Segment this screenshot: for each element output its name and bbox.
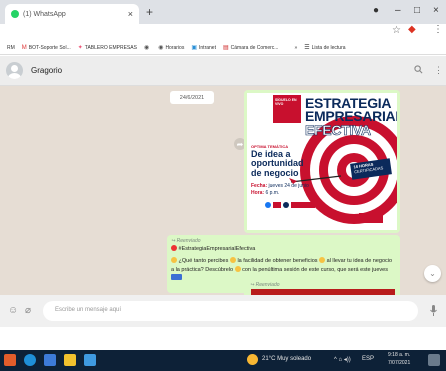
wink-emoji-icon bbox=[234, 265, 241, 272]
windows-taskbar: 21°C Muy soleado ^ ⌂ ◂)) ESP 9:18 a. m. … bbox=[0, 350, 446, 371]
live-icon bbox=[273, 202, 281, 208]
message-input[interactable]: Escribe un mensaje aquí bbox=[43, 301, 418, 321]
bookmark-reading-list[interactable]: ☰ Lista de lectura bbox=[304, 44, 345, 52]
social-icons bbox=[265, 202, 315, 208]
sun-icon bbox=[247, 354, 258, 365]
browser-tab-strip: (1) WhatsApp × + ● – □ × bbox=[0, 0, 446, 24]
tab-title: (1) WhatsApp bbox=[23, 10, 66, 18]
live-badge: SÍGUELO EN VIVO bbox=[273, 95, 301, 123]
bookmark-star-icon[interactable]: ☆ bbox=[392, 25, 401, 36]
tab-close-icon[interactable]: × bbox=[128, 9, 133, 19]
image-message[interactable]: SÍGUELO EN VIVO ESTRATEGIA EMPRESARIAL E… bbox=[244, 90, 400, 233]
bookmark-chrome[interactable]: ◉ bbox=[144, 44, 151, 51]
dart-emoji-icon bbox=[171, 244, 177, 251]
hashtag-line: #EstrategiaEmpresarialEfectiva bbox=[171, 244, 396, 253]
file-explorer-icon[interactable] bbox=[64, 354, 76, 366]
reading-list-icon: ☰ bbox=[304, 45, 310, 51]
maximize-button[interactable]: □ bbox=[414, 5, 420, 16]
tab-whatsapp[interactable]: (1) WhatsApp × bbox=[5, 4, 139, 24]
gmail-icon: M bbox=[21, 44, 27, 51]
poster-time: Hora: 6 p.m. bbox=[251, 190, 280, 196]
contact-name[interactable]: Gragorio bbox=[31, 66, 62, 75]
clock[interactable]: 9:18 a. m. 7/07/2021 bbox=[388, 352, 410, 367]
extension-icon[interactable]: ◆ bbox=[408, 24, 416, 35]
close-window-button[interactable]: × bbox=[433, 5, 439, 16]
bookmark-camara[interactable]: ▤ Cámara de Comerc... bbox=[222, 44, 278, 52]
chamber-logo bbox=[359, 213, 383, 223]
web-icon bbox=[283, 202, 289, 208]
new-tab-button[interactable]: + bbox=[146, 5, 153, 19]
store-icon[interactable] bbox=[84, 354, 96, 366]
avatar[interactable] bbox=[6, 62, 23, 79]
chrome-icon: ◉ bbox=[143, 45, 150, 51]
bookmark-bot-soporte[interactable]: M BOT-Soporte Sol... bbox=[22, 45, 71, 51]
bookmark-horarios[interactable]: ◉ Horarios bbox=[158, 44, 184, 52]
chat-menu-icon[interactable]: ⋮ bbox=[434, 65, 443, 76]
scroll-down-button[interactable]: ⌄ bbox=[424, 265, 441, 282]
grin-emoji-icon bbox=[229, 257, 236, 264]
edge-icon[interactable] bbox=[24, 354, 36, 366]
date-chip: 24/6/2021 bbox=[170, 91, 214, 104]
bookmark-rm[interactable]: RM bbox=[7, 45, 15, 51]
search-icon[interactable] bbox=[414, 65, 423, 74]
compose-bar: ☺ ⌀ Escribe un mensaje aquí bbox=[0, 295, 446, 327]
bookmark-intranet[interactable]: ▣ Intranet bbox=[191, 44, 216, 52]
board-icon: ✦ bbox=[77, 45, 83, 51]
url-bar-graphic bbox=[291, 202, 315, 208]
clock-icon: ◉ bbox=[158, 45, 164, 51]
whatsapp-icon bbox=[11, 10, 19, 18]
bookmarks-more[interactable]: » bbox=[294, 45, 297, 51]
number-emoji-icon bbox=[171, 274, 182, 281]
facebook-icon bbox=[265, 202, 271, 208]
browser-toolbar: ☆ ◆ ⋮ bbox=[0, 24, 446, 41]
intranet-icon: ▣ bbox=[191, 45, 198, 51]
notifications-icon[interactable] bbox=[428, 354, 440, 366]
money-emoji-icon bbox=[319, 257, 326, 264]
bookmark-tablero[interactable]: ✦ TABLERO EMPRESAS bbox=[77, 44, 137, 52]
poster-title: ESTRATEGIA EMPRESARIAL EFECTIVA bbox=[305, 95, 397, 138]
chat-messages: 24/6/2021 ➦ SÍGUELO EN VIVO ESTRATEGIA E… bbox=[0, 86, 446, 295]
forwarded-label: ↪ Reenviado bbox=[171, 238, 201, 244]
forwarded-label: ↪ Reenviado bbox=[250, 282, 280, 288]
thinking-emoji-icon bbox=[171, 257, 177, 264]
dart-icon bbox=[289, 175, 342, 184]
weather-text[interactable]: 21°C Muy soleado bbox=[262, 356, 311, 362]
emoji-button-icon[interactable]: ☺ bbox=[8, 305, 18, 316]
start-icon[interactable] bbox=[4, 354, 16, 366]
chat-header: Gragorio ⋮ bbox=[0, 56, 446, 86]
tray-icons[interactable]: ^ ⌂ ◂)) bbox=[334, 356, 351, 363]
chamber-icon: ▤ bbox=[222, 45, 229, 51]
language-indicator[interactable]: ESP bbox=[362, 356, 374, 362]
browser-menu-icon[interactable]: ⋮ bbox=[433, 24, 443, 35]
event-poster[interactable]: SÍGUELO EN VIVO ESTRATEGIA EMPRESARIAL E… bbox=[247, 93, 397, 230]
microphone-icon[interactable] bbox=[430, 305, 437, 316]
mail-icon[interactable] bbox=[44, 354, 56, 366]
minimize-button[interactable]: – bbox=[395, 5, 401, 16]
bookmarks-bar: RM M BOT-Soporte Sol... ✦ TABLERO EMPRESAS… bbox=[0, 41, 446, 55]
profile-icon[interactable]: ● bbox=[373, 5, 379, 16]
attach-icon[interactable]: ⌀ bbox=[25, 305, 31, 316]
